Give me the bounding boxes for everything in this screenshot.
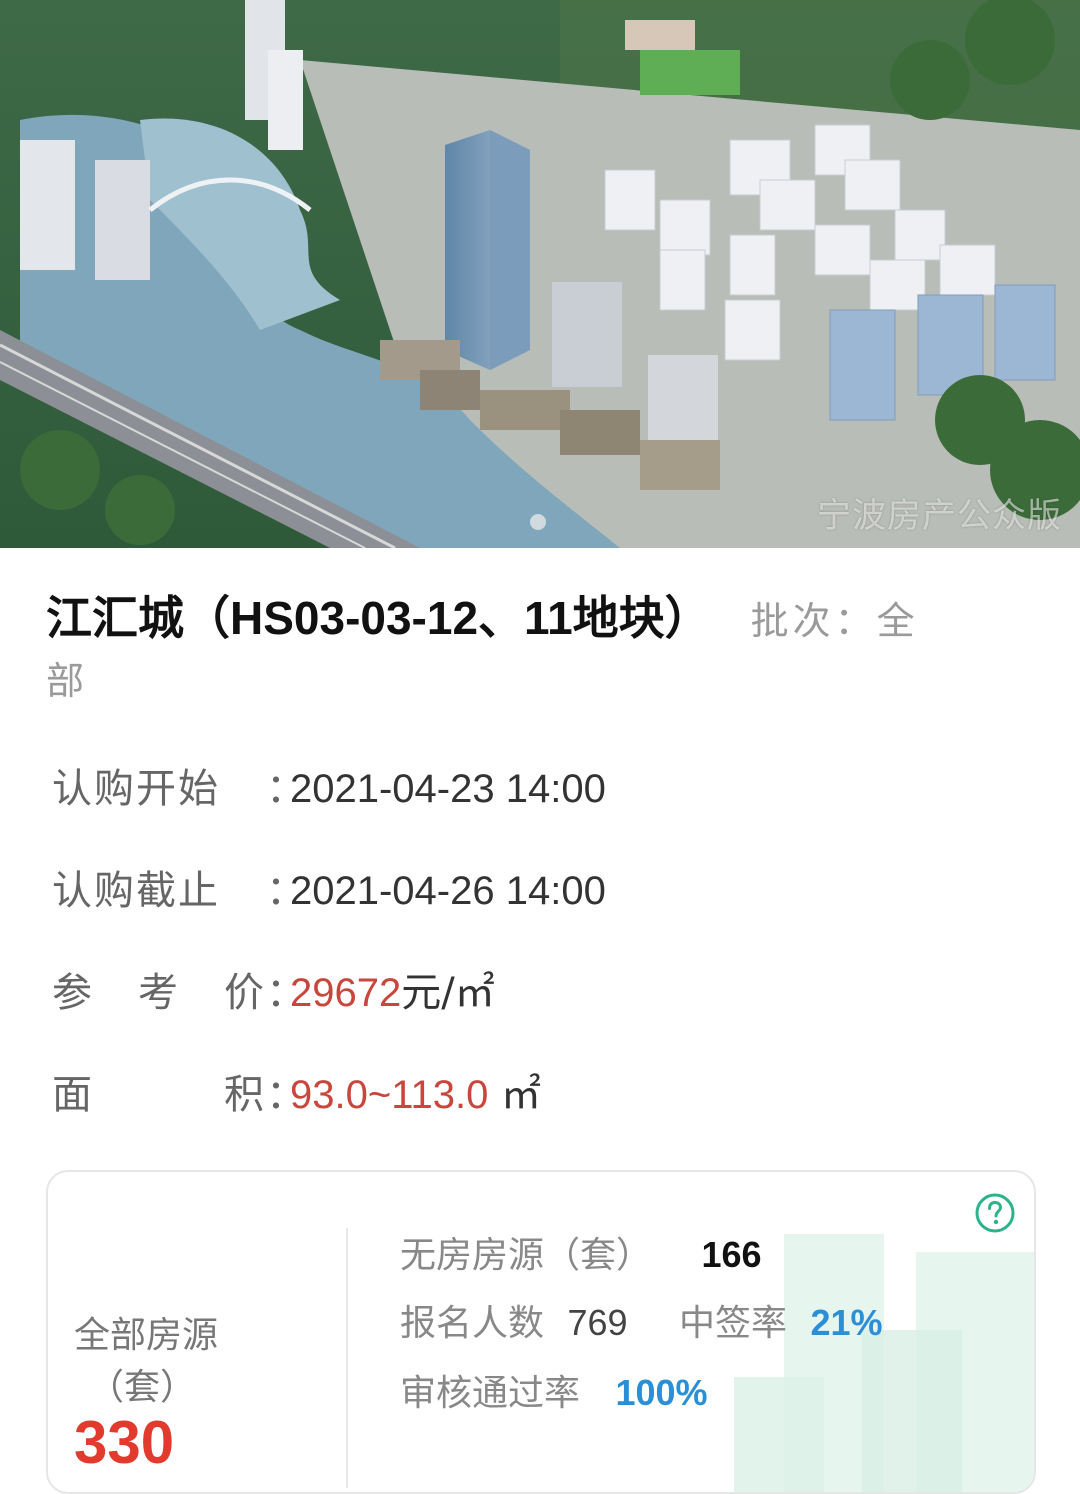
batch-label-wrap[interactable]: 部 <box>46 651 1036 711</box>
all-housing-label: 全部房源 <box>74 1315 219 1356</box>
watermark-text: 宁波房产公众版 <box>817 496 1062 536</box>
pass-rate-label: 审核通过率 <box>400 1373 581 1414</box>
subscribe-end-value: 2021-04-26 14:00 <box>290 869 606 913</box>
signup-value: 769 <box>567 1302 628 1343</box>
reference-price-label: 参 考 价 <box>52 970 266 1016</box>
subscribe-start-row: 认购开始 ：2021-04-23 14:00 <box>52 756 606 814</box>
win-rate-value: 21% <box>810 1302 883 1343</box>
all-housing-count: 330 <box>74 1409 175 1476</box>
area-value: 93.0~113.0 <box>290 1073 489 1117</box>
signup-stat: 报名人数 769 中签率 21% <box>400 1294 883 1346</box>
reference-price-unit: 元/㎡ <box>401 970 495 1016</box>
pass-rate-stat: 审核通过率 100% <box>400 1364 708 1416</box>
decorative-bars-graphic <box>734 1234 1034 1492</box>
card-divider <box>346 1228 348 1488</box>
area-label: 面 积 <box>52 1072 266 1118</box>
aerial-rendering <box>0 0 1080 548</box>
pass-rate-value: 100% <box>615 1372 708 1413</box>
subscribe-end-row: 认购截止 ：2021-04-26 14:00 <box>52 858 606 916</box>
reference-price-value: 29672 <box>290 971 402 1015</box>
reference-price-row: 参 考 价 ：29672元/㎡ <box>52 960 495 1018</box>
area-unit: ㎡ <box>488 1072 542 1118</box>
no-house-stat: 无房房源（套） 166 <box>400 1226 762 1278</box>
housing-stats-card: 全部房源 （套） 330 无房房源（套） 166 报名人数 769 中签率 21… <box>46 1170 1036 1494</box>
no-house-value: 166 <box>701 1234 762 1275</box>
help-question-icon[interactable] <box>974 1192 1016 1234</box>
win-rate-label: 中签率 <box>679 1303 788 1344</box>
subscribe-start-value: 2021-04-23 14:00 <box>290 767 606 811</box>
all-housing-unit: （套） <box>88 1367 197 1408</box>
subscribe-end-label: 认购截止 <box>52 868 220 914</box>
batch-label[interactable]: 批次：全 <box>751 599 919 643</box>
project-title: 江汇城（HS03-03-12、11地块） <box>46 592 711 644</box>
signup-label: 报名人数 <box>400 1303 545 1344</box>
area-row: 面 积 ：93.0~113.0 ㎡ <box>52 1062 541 1120</box>
carousel-indicator-dot[interactable] <box>530 514 546 530</box>
no-house-label: 无房房源（套） <box>400 1235 653 1276</box>
project-hero-image[interactable]: 宁波房产公众版 <box>0 0 1080 548</box>
project-title-block: 江汇城（HS03-03-12、11地块） 批次：全 部 <box>46 588 1036 711</box>
subscribe-start-label: 认购开始 <box>52 766 220 812</box>
